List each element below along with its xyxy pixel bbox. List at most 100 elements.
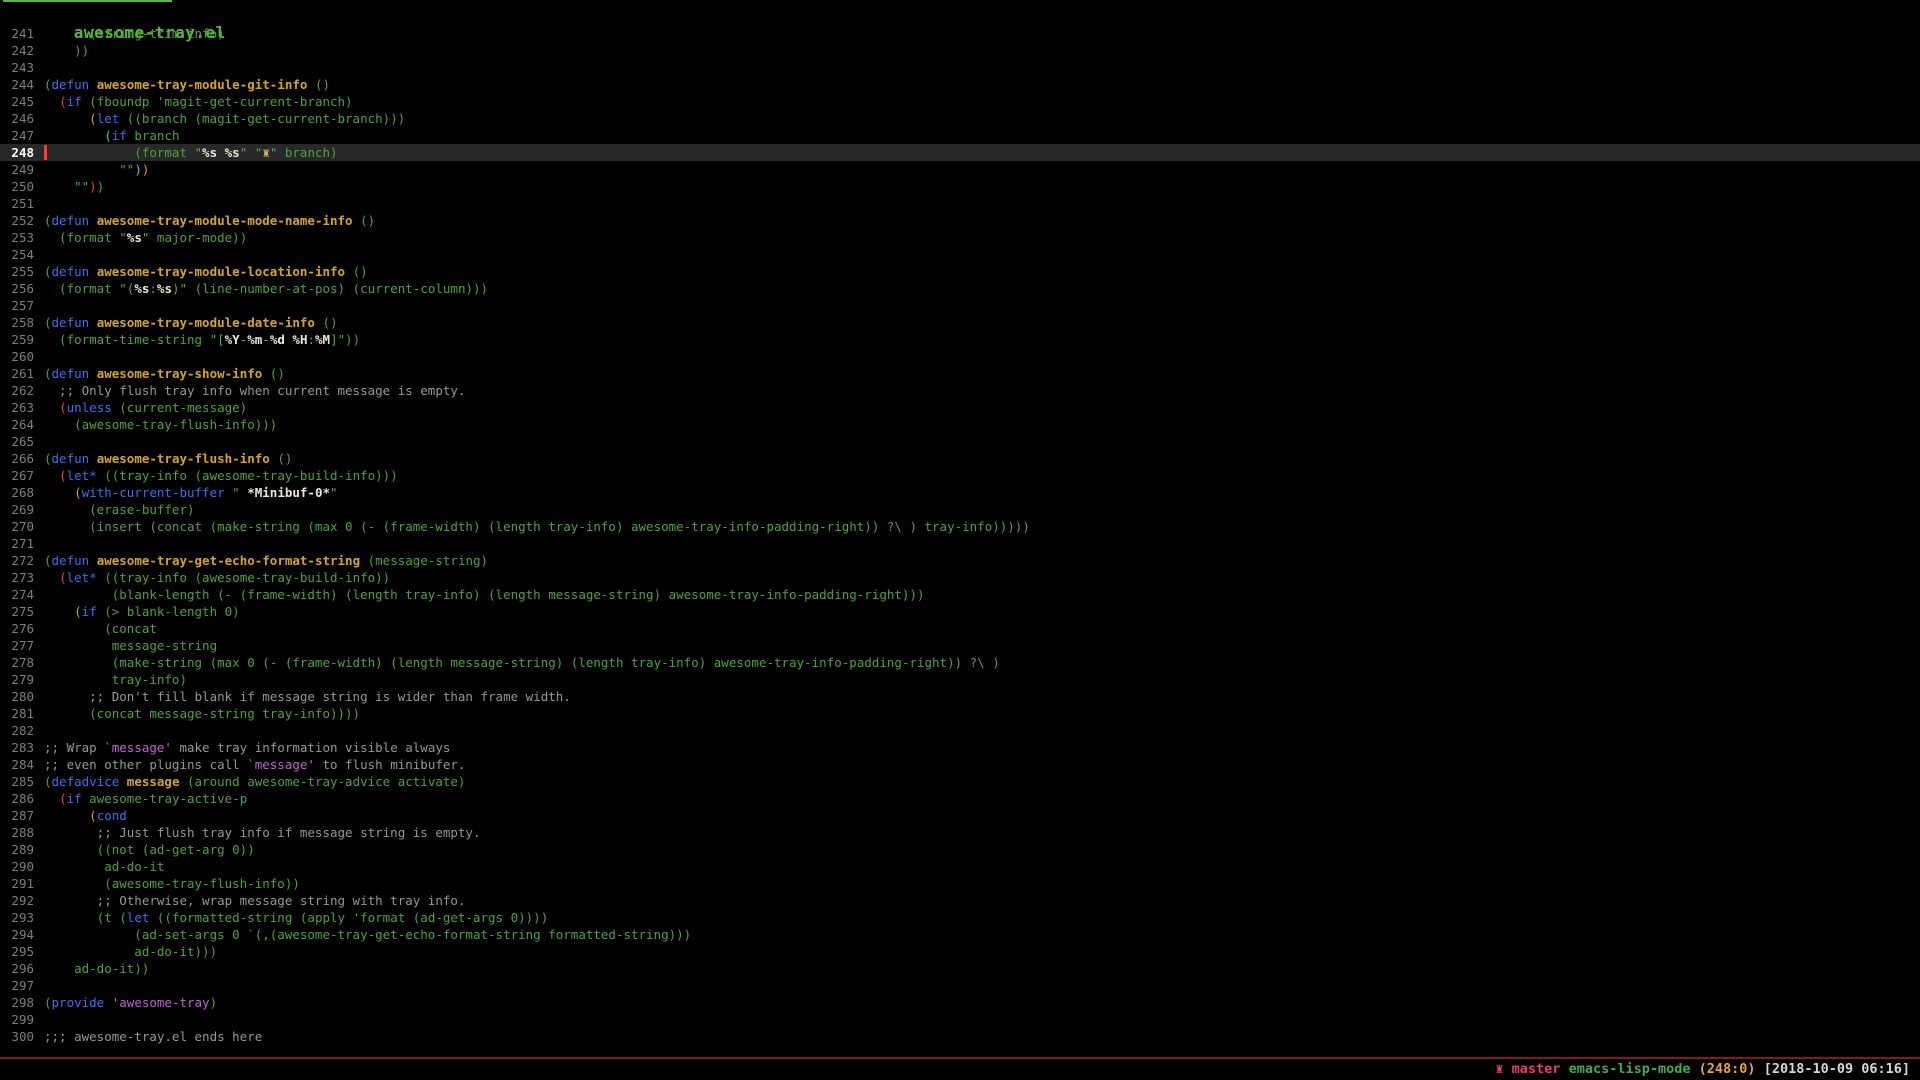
code-line-278[interactable]: 278 (make-string (max 0 (- (frame-width)…	[0, 654, 1920, 671]
code-text: (defadvice message (around awesome-tray-…	[44, 774, 465, 789]
code-line-256[interactable]: 256 (format "(%s:%s)" (line-number-at-po…	[0, 280, 1920, 297]
code-line-246[interactable]: 246 (let ((branch (magit-get-current-bra…	[0, 110, 1920, 127]
code-line-245[interactable]: 245 (if (fboundp 'magit-get-current-bran…	[0, 93, 1920, 110]
code-line-296[interactable]: 296 ad-do-it))	[0, 960, 1920, 977]
emacs-window: awesome-tray.el 241 (string-trim info)24…	[0, 0, 1920, 1080]
line-number: 246	[0, 110, 34, 127]
code-line-299[interactable]: 299	[0, 1011, 1920, 1028]
code-line-260[interactable]: 260	[0, 348, 1920, 365]
code-line-269[interactable]: 269 (erase-buffer)	[0, 501, 1920, 518]
code-text: ;;; awesome-tray.el ends here	[44, 1029, 262, 1044]
code-line-257[interactable]: 257	[0, 297, 1920, 314]
code-text: (if (fboundp 'magit-get-current-branch)	[44, 94, 353, 109]
code-line-280[interactable]: 280 ;; Don't fill blank if message strin…	[0, 688, 1920, 705]
code-line-268[interactable]: 268 (with-current-buffer " *Minibuf-0*"	[0, 484, 1920, 501]
code-line-259[interactable]: 259 (format-time-string "[%Y-%m-%d %H:%M…	[0, 331, 1920, 348]
line-number: 273	[0, 569, 34, 586]
line-number: 255	[0, 263, 34, 280]
code-text: (awesome-tray-flush-info)))	[44, 417, 277, 432]
code-line-300[interactable]: 300 ;;; awesome-tray.el ends here	[0, 1028, 1920, 1045]
code-line-252[interactable]: 252(defun awesome-tray-module-mode-name-…	[0, 212, 1920, 229]
code-line-243[interactable]: 243	[0, 59, 1920, 76]
code-line-249[interactable]: 249 ""))	[0, 161, 1920, 178]
code-line-288[interactable]: 288 ;; Just flush tray info if message s…	[0, 824, 1920, 841]
code-line-258[interactable]: 258 (defun awesome-tray-module-date-info …	[0, 314, 1920, 331]
code-line-292[interactable]: 292 ;; Otherwise, wrap message string wi…	[0, 892, 1920, 909]
code-line-285[interactable]: 285(defadvice message (around awesome-tr…	[0, 773, 1920, 790]
code-line-290[interactable]: 290 ad-do-it	[0, 858, 1920, 875]
line-number: 295	[0, 943, 34, 960]
code-line-282[interactable]: 282	[0, 722, 1920, 739]
code-text: (defun awesome-tray-module-date-info ()	[44, 315, 338, 330]
line-number: 262	[0, 382, 34, 399]
code-line-263[interactable]: 263 (unless (current-message)	[0, 399, 1920, 416]
line-number: 280	[0, 688, 34, 705]
code-line-279[interactable]: 279 tray-info)	[0, 671, 1920, 688]
code-line-294[interactable]: 294 (ad-set-args 0 `(,(awesome-tray-get-…	[0, 926, 1920, 943]
status-bar: ♜ master emacs-lisp-mode (248:0) [2018-1…	[0, 1059, 1920, 1080]
code-text: (format "%s" major-mode))	[44, 230, 247, 245]
code-line-254[interactable]: 254	[0, 246, 1920, 263]
code-line-267[interactable]: 267 (let* ((tray-info (awesome-tray-buil…	[0, 467, 1920, 484]
code-line-264[interactable]: 264 (awesome-tray-flush-info)))	[0, 416, 1920, 433]
code-line-297[interactable]: 297	[0, 977, 1920, 994]
line-number: 278	[0, 654, 34, 671]
code-line-241[interactable]: 241 (string-trim info)	[0, 25, 1920, 42]
code-line-272[interactable]: 272(defun awesome-tray-get-echo-format-s…	[0, 552, 1920, 569]
code-line-265[interactable]: 265	[0, 433, 1920, 450]
git-branch-label: master	[1512, 1061, 1561, 1077]
line-number: 260	[0, 348, 34, 365]
line-number: 268	[0, 484, 34, 501]
code-line-287[interactable]: 287 (cond	[0, 807, 1920, 824]
code-line-248[interactable]: 248 (format "%s %s" "♜" branch)	[0, 144, 1920, 161]
code-line-293[interactable]: 293 (t (let ((formatted-string (apply 'f…	[0, 909, 1920, 926]
line-number: 294	[0, 926, 34, 943]
code-line-251[interactable]: 251	[0, 195, 1920, 212]
code-line-295[interactable]: 295 ad-do-it)))	[0, 943, 1920, 960]
line-number: 250	[0, 178, 34, 195]
code-text: (let ((branch (magit-get-current-branch)…	[44, 111, 405, 126]
code-line-277[interactable]: 277 message-string	[0, 637, 1920, 654]
code-line-284[interactable]: 284;; even other plugins call `message' …	[0, 756, 1920, 773]
code-line-274[interactable]: 274 (blank-length (- (frame-width) (leng…	[0, 586, 1920, 603]
code-line-273[interactable]: 273 (let* ((tray-info (awesome-tray-buil…	[0, 569, 1920, 586]
code-line-255[interactable]: 255(defun awesome-tray-module-location-i…	[0, 263, 1920, 280]
code-line-270[interactable]: 270 (insert (concat (make-string (max 0 …	[0, 518, 1920, 535]
code-line-253[interactable]: 253 (format "%s" major-mode))	[0, 229, 1920, 246]
code-line-266[interactable]: 266(defun awesome-tray-flush-info ()	[0, 450, 1920, 467]
line-number: 281	[0, 705, 34, 722]
code-line-281[interactable]: 281 (concat message-string tray-info))))	[0, 705, 1920, 722]
line-number: 258	[0, 314, 34, 331]
code-line-262[interactable]: 262 ;; Only flush tray info when current…	[0, 382, 1920, 399]
code-text: (if awesome-tray-active-p	[44, 791, 247, 806]
code-line-244[interactable]: 244(defun awesome-tray-module-git-info (…	[0, 76, 1920, 93]
code-line-289[interactable]: 289 ((not (ad-get-arg 0))	[0, 841, 1920, 858]
line-number: 289	[0, 841, 34, 858]
line-number: 286	[0, 790, 34, 807]
code-line-286[interactable]: 286 (if awesome-tray-active-p	[0, 790, 1920, 807]
code-text: (with-current-buffer " *Minibuf-0*"	[44, 485, 338, 500]
code-line-291[interactable]: 291 (awesome-tray-flush-info))	[0, 875, 1920, 892]
code-line-247[interactable]: 247 (if branch	[0, 127, 1920, 144]
code-line-276[interactable]: 276 (concat	[0, 620, 1920, 637]
code-line-250[interactable]: 250 ""))	[0, 178, 1920, 195]
code-text: (unless (current-message)	[44, 400, 247, 415]
line-number: 284	[0, 756, 34, 773]
code-line-271[interactable]: 271	[0, 535, 1920, 552]
line-number: 261	[0, 365, 34, 382]
line-number: 287	[0, 807, 34, 824]
code-line-261[interactable]: 261(defun awesome-tray-show-info ()	[0, 365, 1920, 382]
code-text: (if (> blank-length 0)	[44, 604, 240, 619]
code-area[interactable]: 241 (string-trim info)242 ))243244(defun…	[0, 24, 1920, 1057]
code-text: (provide 'awesome-tray)	[44, 995, 217, 1010]
line-number: 264	[0, 416, 34, 433]
code-text: (make-string (max 0 (- (frame-width) (le…	[44, 655, 1000, 670]
line-number: 254	[0, 246, 34, 263]
code-line-283[interactable]: 283;; Wrap `message' make tray informati…	[0, 739, 1920, 756]
code-line-242[interactable]: 242 ))	[0, 42, 1920, 59]
line-number: 296	[0, 960, 34, 977]
code-line-275[interactable]: 275 (if (> blank-length 0)	[0, 603, 1920, 620]
code-line-298[interactable]: 298(provide 'awesome-tray)	[0, 994, 1920, 1011]
code-text: (insert (concat (make-string (max 0 (- (…	[44, 519, 1030, 534]
line-number: 300	[0, 1028, 34, 1045]
